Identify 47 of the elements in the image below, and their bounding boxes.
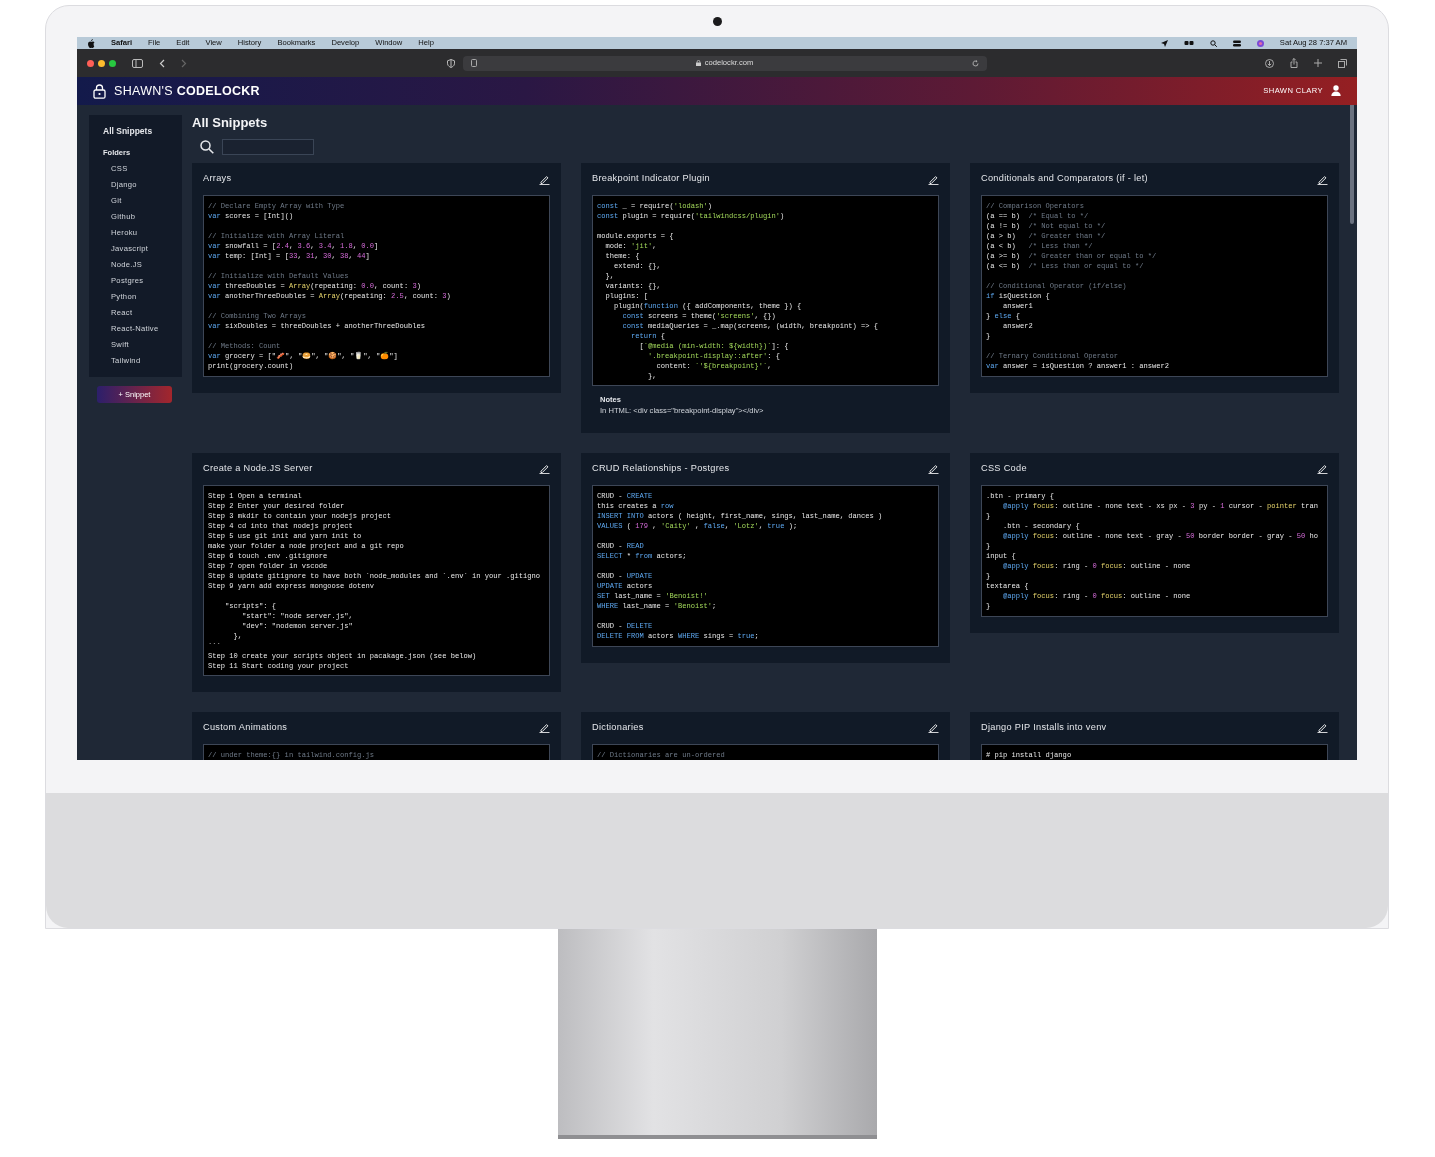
user-icon[interactable]: [1331, 85, 1341, 97]
app-title[interactable]: SHAWN'S CODELOCKR: [114, 81, 260, 101]
scrollbar-thumb[interactable]: [1350, 105, 1354, 224]
tabs-icon[interactable]: [1338, 58, 1347, 68]
window-minimize-button[interactable]: [98, 59, 105, 67]
back-icon[interactable]: [159, 58, 165, 68]
snippet-title: CRUD Relationships - Postgres: [592, 461, 730, 475]
snippet-title: Create a Node.JS Server: [203, 461, 313, 475]
page-icon: [471, 59, 477, 67]
page-title: All Snippets: [192, 115, 269, 131]
snippet-title: Dictionaries: [592, 720, 644, 734]
edit-icon[interactable]: [539, 173, 550, 185]
location-arrow-icon[interactable]: [1160, 39, 1168, 47]
orb-icon[interactable]: [1256, 39, 1264, 47]
edit-icon[interactable]: [1317, 722, 1328, 734]
apple-icon[interactable]: [87, 38, 95, 48]
snippet-title: Django PIP Installs into venv: [981, 720, 1107, 734]
edit-icon[interactable]: [1317, 173, 1328, 185]
glasses-icon[interactable]: [1183, 40, 1194, 46]
edit-icon[interactable]: [928, 173, 939, 185]
shield-icon[interactable]: [447, 58, 455, 68]
reload-icon[interactable]: [972, 59, 979, 67]
sidebar-icon[interactable]: [132, 58, 143, 68]
sidebar-link[interactable]: All Snippets: [89, 125, 182, 138]
download-icon[interactable]: [1265, 58, 1274, 68]
camera-dot: [712, 17, 722, 26]
lock-icon: [695, 60, 701, 66]
edit-icon[interactable]: [539, 722, 550, 734]
edit-icon[interactable]: [928, 722, 939, 734]
search-icon[interactable]: [1209, 39, 1217, 47]
edit-icon[interactable]: [539, 463, 550, 475]
forward-icon[interactable]: [181, 58, 187, 68]
search-icon[interactable]: [200, 140, 214, 154]
search-field[interactable]: [222, 139, 314, 155]
snippet-title: CSS Code: [981, 461, 1027, 475]
window-zoom-button[interactable]: [109, 59, 116, 67]
plus-icon[interactable]: [1314, 59, 1322, 67]
snippet-title: Arrays: [203, 172, 232, 186]
edit-icon[interactable]: [928, 463, 939, 475]
snippet-title: Breakpoint Indicator Plugin: [592, 172, 710, 186]
control-center-icon[interactable]: [1232, 39, 1241, 47]
window-close-button[interactable]: [87, 59, 94, 67]
snippet-title: Conditionals and Comparators (if - let): [981, 172, 1148, 186]
snippet-title: Custom Animations: [203, 720, 288, 734]
edit-icon[interactable]: [1317, 463, 1328, 475]
lock-icon[interactable]: [93, 83, 106, 99]
share-icon[interactable]: [1290, 58, 1298, 68]
